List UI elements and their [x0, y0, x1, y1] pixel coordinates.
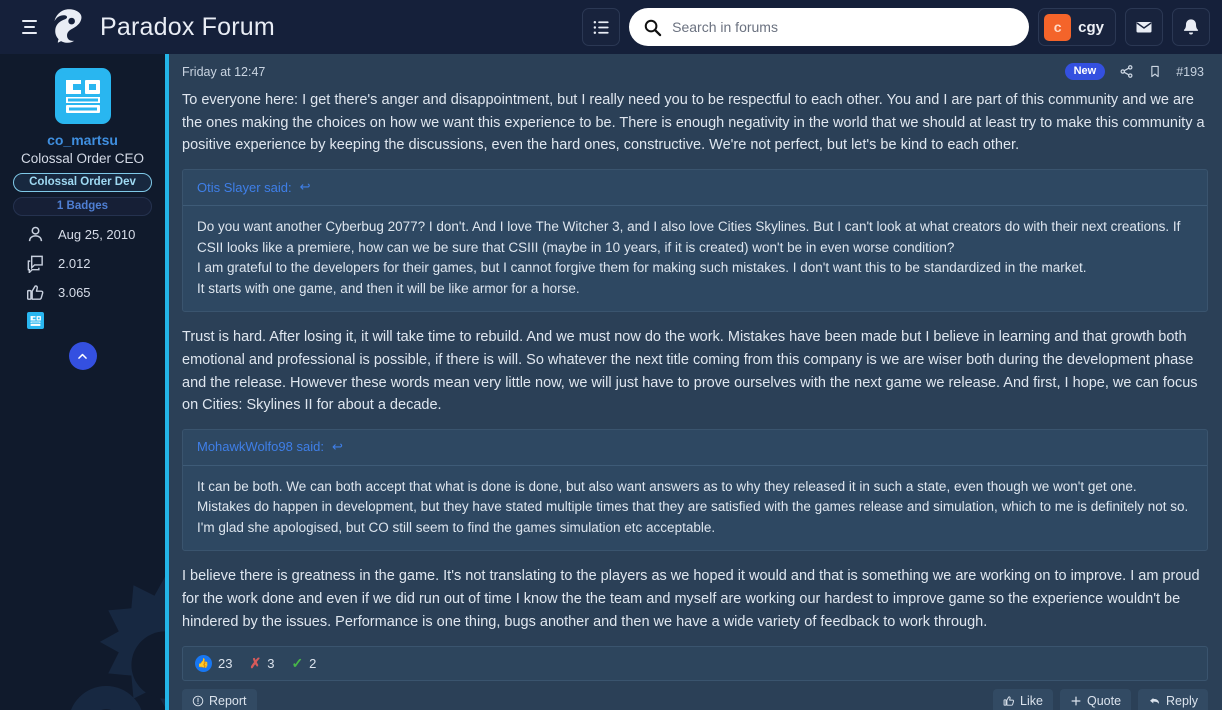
quote-line: Do you want another Cyberbug 2077? I don…	[197, 219, 1181, 255]
sidebar-trophy-row[interactable]	[26, 312, 165, 329]
status-badge[interactable]: New	[1064, 63, 1106, 80]
reaction-check[interactable]: ✓ 2	[291, 655, 316, 672]
user-name: cgy	[1078, 18, 1104, 36]
post-user-sidebar: co_martsu Colossal Order CEO Colossal Or…	[0, 54, 165, 710]
post-content: To everyone here: I get there's anger an…	[169, 84, 1222, 681]
hamburger-icon[interactable]	[16, 14, 42, 40]
report-label: Report	[209, 693, 247, 708]
scroll-to-top-button[interactable]	[68, 342, 97, 370]
reply-button[interactable]: Reply	[1138, 688, 1208, 710]
sidebar-stat-value: Aug 25, 2010	[58, 227, 136, 242]
search-input[interactable]	[672, 19, 1016, 35]
page-title: Paradox Forum	[100, 12, 275, 41]
search-icon	[644, 19, 662, 36]
thumbs-up-icon	[1003, 695, 1015, 706]
post-header: Friday at 12:47 New #193	[169, 54, 1222, 84]
paradox-logo-icon[interactable]	[48, 6, 90, 48]
quote-button[interactable]: Quote	[1059, 688, 1132, 710]
header-actions: c cgy	[582, 8, 1210, 46]
quote-author[interactable]: MohawkWolfo98 said:	[197, 439, 324, 454]
chevron-up-icon	[78, 353, 87, 359]
gear-watermark-icon	[71, 576, 165, 710]
reaction-like[interactable]: 👍 23	[195, 654, 233, 672]
reactions-bar: 👍 23 ✗ 3 ✓ 2	[182, 645, 1208, 681]
quote-line: It can be both. We can both accept that …	[197, 478, 1137, 494]
bookmark-icon[interactable]	[1148, 64, 1162, 79]
like-label: Like	[1020, 693, 1043, 708]
quote-body: Do you want another Cyberbug 2077? I don…	[183, 206, 1207, 311]
report-icon	[192, 695, 204, 706]
thumbs-up-reaction-icon: 👍	[195, 654, 212, 672]
check-reaction-icon: ✓	[291, 654, 304, 671]
quote-header: Otis Slayer said: ↩	[183, 170, 1207, 207]
post-container: co_martsu Colossal Order CEO Colossal Or…	[0, 54, 1222, 710]
post-paragraph-3: I believe there is greatness in the game…	[182, 568, 1200, 630]
sidebar-stat-reactions: 3.065	[26, 283, 165, 302]
reply-arrow-icon[interactable]: ↩	[332, 439, 343, 455]
sidebar-stat-joined: Aug 25, 2010	[26, 225, 165, 244]
quote-block-2: MohawkWolfo98 said: ↩ It can be both. We…	[182, 428, 1208, 552]
post-number[interactable]: #193	[1176, 65, 1204, 79]
post-paragraph-1: To everyone here: I get there's anger an…	[182, 92, 1205, 154]
person-icon	[28, 226, 43, 242]
share-icon[interactable]	[1119, 64, 1134, 79]
post-actions-right: Like Quote Reply	[993, 688, 1208, 710]
envelope-icon[interactable]	[1125, 8, 1163, 46]
sidebar-username[interactable]: co_martsu	[0, 132, 165, 148]
reaction-x[interactable]: ✗ 3	[249, 655, 274, 672]
x-reaction-icon: ✗	[249, 654, 262, 671]
site-header: Paradox Forum c cgy	[0, 0, 1222, 54]
reply-arrow-icon	[1150, 697, 1160, 704]
quote-line: Mistakes do happen in development, but t…	[197, 499, 1189, 535]
sidebar-stat-messages: 2.012	[26, 254, 165, 273]
reaction-count: 3	[267, 655, 275, 671]
quote-author[interactable]: Otis Slayer said:	[197, 180, 292, 195]
quote-header: MohawkWolfo98 said: ↩	[183, 429, 1207, 466]
report-button[interactable]: Report	[182, 688, 257, 710]
sidebar-stat-value: 2.012	[58, 256, 91, 271]
post-body: Friday at 12:47 New #193 To everyone her…	[165, 54, 1222, 710]
reply-arrow-icon[interactable]: ↩	[300, 179, 311, 195]
post-paragraph-2: Trust is hard. After losing it, it will …	[182, 329, 1198, 414]
search-bar[interactable]	[629, 8, 1030, 46]
user-menu-button[interactable]: c cgy	[1038, 8, 1116, 46]
sidebar-badges-count[interactable]: 1 Badges	[13, 197, 152, 216]
post-actions-bar: Report Like Quote Reply	[169, 681, 1222, 710]
quote-label: Quote	[1086, 693, 1122, 708]
quote-line: I am grateful to the developers for thei…	[197, 260, 1087, 276]
reaction-count: 23	[218, 655, 233, 671]
post-header-actions: New #193	[1064, 63, 1204, 80]
sidebar-stat-value: 3.065	[58, 285, 91, 300]
reaction-count: 2	[309, 655, 317, 671]
avatar: c	[1044, 13, 1072, 41]
colossal-order-logo-icon[interactable]	[54, 68, 111, 124]
post-timestamp[interactable]: Friday at 12:47	[182, 65, 265, 79]
plus-icon	[1071, 696, 1081, 706]
reply-label: Reply	[1166, 693, 1198, 708]
sidebar-user-role: Colossal Order CEO	[20, 151, 145, 166]
thumbs-up-icon	[26, 285, 44, 300]
sidebar-dev-badge[interactable]: Colossal Order Dev	[13, 173, 152, 192]
like-button[interactable]: Like	[993, 688, 1053, 710]
sidebar-stats: Aug 25, 2010 2.012 3.065	[0, 225, 165, 329]
quote-body: It can be both. We can both accept that …	[183, 466, 1207, 551]
quote-block-1: Otis Slayer said: ↩ Do you want another …	[182, 169, 1208, 313]
bell-icon[interactable]	[1172, 8, 1210, 46]
list-icon[interactable]	[582, 8, 621, 46]
colossal-order-trophy-icon[interactable]	[27, 312, 44, 329]
messages-icon	[27, 255, 43, 273]
quote-line: It starts with one game, and then it wil…	[197, 280, 580, 296]
